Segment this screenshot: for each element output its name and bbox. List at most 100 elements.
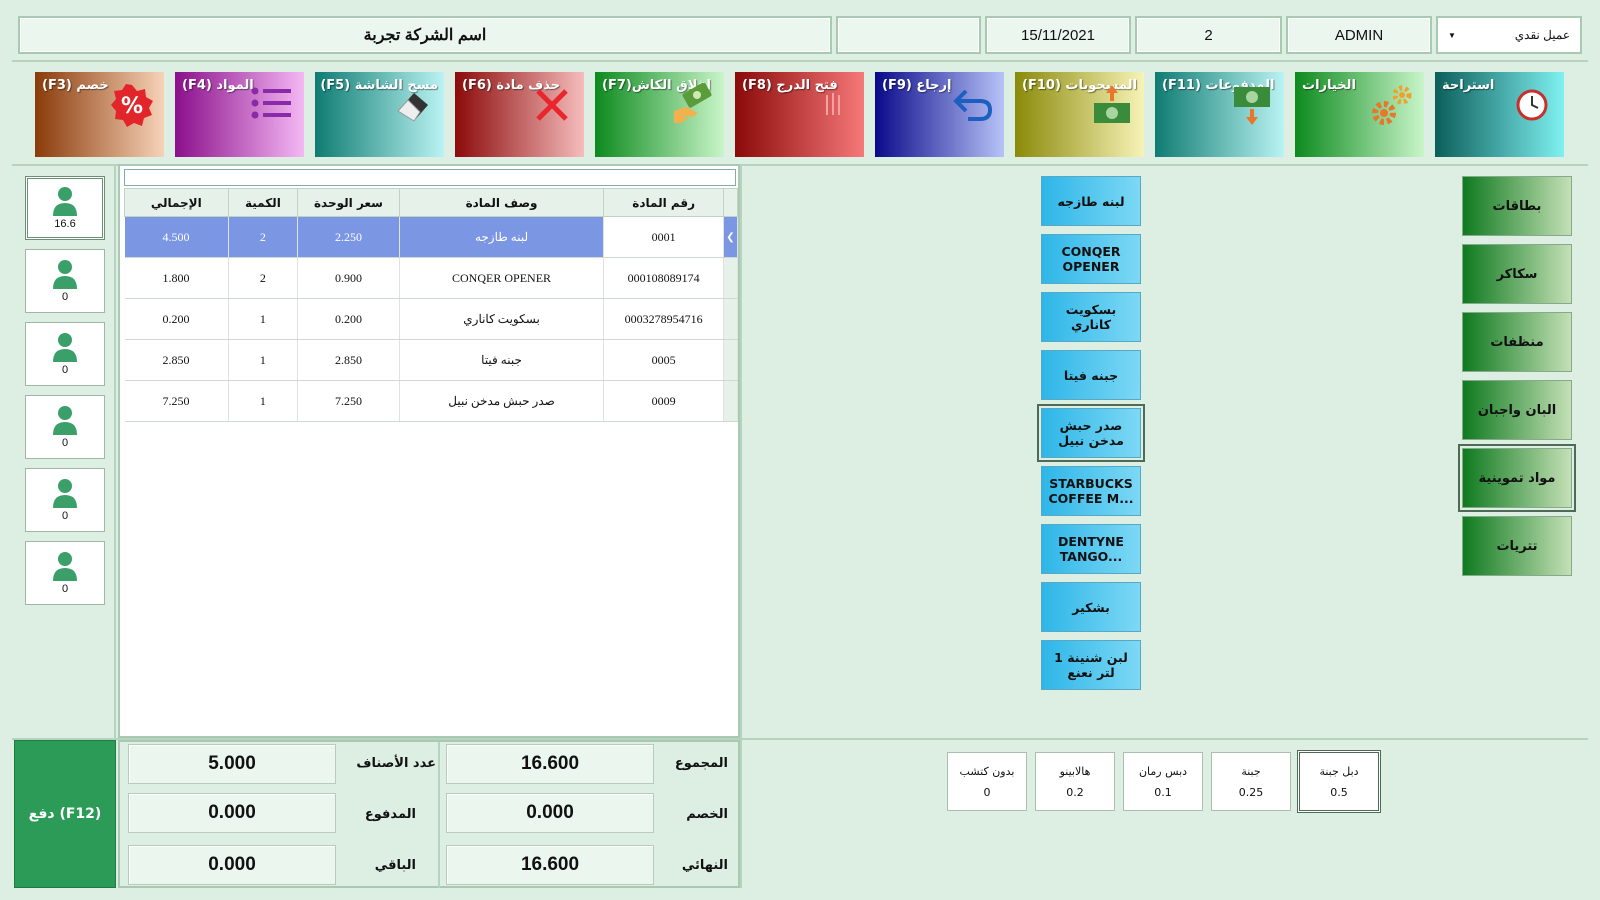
table-row[interactable]: 0.200 1 0.200 بسكويت كاناري 000327895471… <box>124 298 738 340</box>
addon-price: 0.25 <box>1238 785 1264 799</box>
gears-icon <box>1367 80 1417 130</box>
cell-qty: 1 <box>228 298 299 340</box>
product-button[interactable]: صدر حبش مدخن نبيل <box>1037 404 1145 462</box>
close-cash-button[interactable]: إغلاق الكاش(F7) <box>595 72 724 157</box>
addon-button[interactable]: دبل جبنة 0.5 <box>1297 750 1381 813</box>
row-pointer-icon: ❮ <box>723 216 738 258</box>
barcode-input[interactable] <box>124 169 736 186</box>
addon-name: جبنة <box>1241 764 1261 778</box>
cell-total: 2.850 <box>124 339 229 381</box>
product-button[interactable]: بسكويت كاناري <box>1041 292 1141 342</box>
customer-slot[interactable]: 0 <box>25 541 105 605</box>
col-description[interactable]: وصف المادة <box>398 188 605 217</box>
category-button[interactable]: مواد تموينية <box>1458 444 1576 512</box>
chevron-down-icon: ▼ <box>1448 30 1456 40</box>
user-icon <box>53 333 77 362</box>
addon-button[interactable]: بدون كتشب 0 <box>947 752 1027 811</box>
customer-slot[interactable]: 0 <box>25 249 105 313</box>
category-button[interactable]: بطاقات <box>1462 176 1572 236</box>
row-header <box>723 380 738 422</box>
cell-qty: 1 <box>228 339 299 381</box>
cell-qty: 2 <box>228 257 299 299</box>
product-button[interactable]: بشكير <box>1041 582 1141 632</box>
addon-button[interactable]: جبنة 0.25 <box>1211 752 1291 811</box>
product-button[interactable]: DENTYNE TANGO... <box>1041 524 1141 574</box>
addon-name: دبل جبنة <box>1319 764 1359 778</box>
addon-button[interactable]: هالابينو 0.2 <box>1035 752 1115 811</box>
cell-desc: CONQER OPENER <box>399 257 605 299</box>
items-count-value: 5.000 <box>128 744 336 784</box>
addon-price: 0 <box>983 785 991 799</box>
cell-price: 7.250 <box>297 380 400 422</box>
cell-total: 4.500 <box>124 216 229 258</box>
addon-button[interactable]: دبس رمان 0.1 <box>1123 752 1203 811</box>
category-button[interactable]: البان واجبان <box>1462 380 1572 440</box>
clear-screen-button[interactable]: مسح الشاشة (F5) <box>315 72 444 157</box>
clock-icon <box>1507 80 1557 130</box>
user-icon <box>53 260 77 289</box>
table-row[interactable]: 2.850 1 2.850 جبنه فيتا 0005 <box>124 339 738 381</box>
addon-price: 0.1 <box>1154 785 1172 799</box>
cell-price: 2.850 <box>297 339 400 381</box>
return-button[interactable]: إرجاع (F9) <box>875 72 1004 157</box>
cell-total: 7.250 <box>124 380 229 422</box>
pay-button[interactable]: دفع (F12) <box>14 740 116 888</box>
payments-button[interactable]: المدفوعات (F11) <box>1155 72 1284 157</box>
open-drawer-button[interactable]: فتح الدرج (F8) <box>735 72 864 157</box>
cell-total: 0.200 <box>124 298 229 340</box>
cell-price: 0.200 <box>297 298 400 340</box>
cell-desc: لبنه طازجه <box>399 216 605 258</box>
cash-hand-icon <box>667 80 717 130</box>
customer-slot[interactable]: 0 <box>25 468 105 532</box>
options-button[interactable]: الخيارات <box>1295 72 1424 157</box>
discount-button[interactable]: خصم (F3) % <box>35 72 164 157</box>
col-unit-price[interactable]: سعر الوحدة <box>297 188 400 217</box>
cell-price: 0.900 <box>297 257 400 299</box>
addon-name: بدون كتشب <box>959 764 1015 778</box>
cell-total: 1.800 <box>124 257 229 299</box>
category-button[interactable]: تتريات <box>1462 516 1572 576</box>
cell-desc: صدر حبش مدخن نبيل <box>399 380 605 422</box>
drawer-icon <box>807 80 857 130</box>
product-button[interactable]: لبن شنينة 1 لتر نعنع <box>1041 640 1141 690</box>
row-header <box>723 339 738 381</box>
customer-slot[interactable]: 0 <box>25 322 105 386</box>
addon-name: دبس رمان <box>1138 764 1188 778</box>
table-row[interactable]: 1.800 2 0.900 CONQER OPENER 000108089174 <box>124 257 738 299</box>
product-button[interactable]: STARBUCKS COFFEE M... <box>1041 466 1141 516</box>
items-count-label: عدد الأصناف <box>356 756 436 771</box>
items-button[interactable]: المواد (F4) <box>175 72 304 157</box>
col-code[interactable]: رقم المادة <box>603 188 724 217</box>
customer-select[interactable]: ▼ عميل نقدي <box>1436 16 1582 54</box>
cell-code: 0001 <box>603 216 724 258</box>
x-icon <box>527 80 577 130</box>
row-header <box>723 298 738 340</box>
col-row-header <box>723 188 738 217</box>
table-row[interactable]: 7.250 1 7.250 صدر حبش مدخن نبيل 0009 <box>124 380 738 422</box>
addons-divider <box>740 740 742 888</box>
discount-value: 0.000 <box>446 793 654 833</box>
delete-item-button[interactable]: حذف مادة (F6) <box>455 72 584 157</box>
product-button[interactable]: جبنه فيتا <box>1041 350 1141 400</box>
break-button[interactable]: استراحة <box>1435 72 1564 157</box>
customer-slot[interactable]: 0 <box>25 395 105 459</box>
col-qty[interactable]: الكمية <box>227 188 299 217</box>
discount-label: الخصم <box>686 807 728 822</box>
addon-name: هالابينو <box>1059 764 1091 778</box>
table-row[interactable]: 4.500 2 2.250 لبنه طازجه 0001 ❮ <box>124 216 738 258</box>
category-button[interactable]: منظفات <box>1462 312 1572 372</box>
user-icon <box>53 406 77 435</box>
eraser-icon <box>387 80 437 130</box>
product-button[interactable]: لبنه طازجه <box>1041 176 1141 226</box>
final-label: النهائي <box>681 858 728 873</box>
withdrawals-button[interactable]: المسحوبات (F10) <box>1015 72 1144 157</box>
cash-out-icon <box>1087 80 1137 130</box>
product-button[interactable]: CONQER OPENER <box>1041 234 1141 284</box>
sum-value: 16.600 <box>446 744 654 784</box>
cash-in-icon <box>1227 80 1277 130</box>
remaining-label: الباقي <box>374 858 416 873</box>
customer-slot[interactable]: 16.6 <box>25 176 105 240</box>
return-icon <box>947 80 997 130</box>
category-button[interactable]: سكاكر <box>1462 244 1572 304</box>
col-total[interactable]: الإجمالي <box>124 188 229 217</box>
